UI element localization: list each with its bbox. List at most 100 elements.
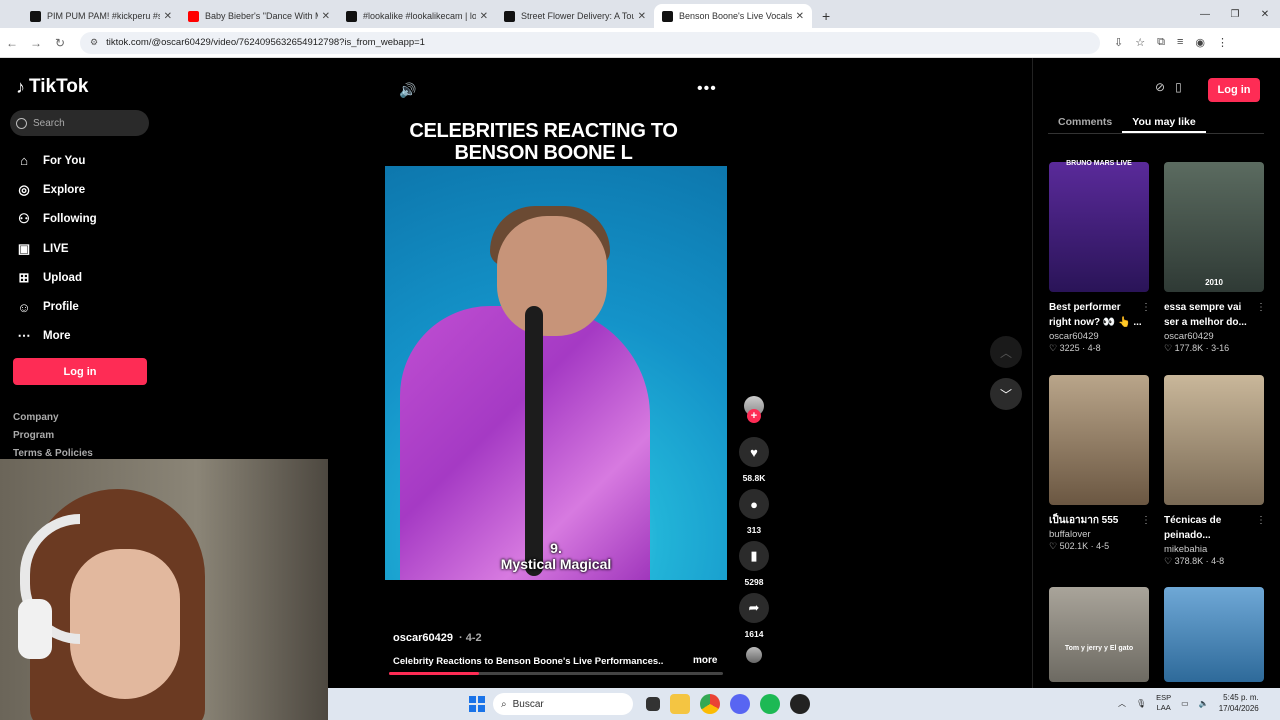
comment-button[interactable]: ● 313 [737,489,771,535]
like-button[interactable]: ♥ 58.8K [737,437,771,483]
taskbar-search[interactable]: ⌕ Buscar [493,693,633,715]
video-thumbnail[interactable]: BRUNO MARS LIVE [1049,160,1149,292]
card-title[interactable]: essa sempre vai ser a melhor do... [1164,300,1259,330]
account-icon[interactable]: ◉ [1195,36,1205,49]
folder-icon[interactable] [670,694,690,714]
chrome-icon[interactable] [700,694,720,714]
network-icon[interactable]: ▭ [1181,699,1189,708]
creator-avatar[interactable]: + [744,396,764,423]
app-icon[interactable] [790,694,810,714]
tab-comments[interactable]: Comments [1048,110,1122,133]
extensions-icon[interactable]: ⧉ [1157,36,1165,49]
card-title[interactable]: Técnicas de peinado... [1164,513,1259,543]
close-icon[interactable]: ✕ [322,11,330,22]
site-info-icon[interactable]: ⚙ [90,37,98,48]
card-title[interactable]: เป็นเอามาก 555 [1049,513,1144,528]
back-icon[interactable]: ← [0,36,24,50]
windows-start-icon[interactable] [469,696,485,712]
card-menu-icon[interactable]: ⋮ [1141,302,1151,313]
recommended-video-card[interactable]: Tom y jerry y El gato [1049,587,1149,682]
tab-you-may-like[interactable]: You may like [1122,110,1206,133]
login-button[interactable]: Log in [13,358,147,385]
share-button[interactable]: ➦ 1614 [737,593,771,639]
file-explorer-icon[interactable] [646,697,660,711]
card-author[interactable]: oscar60429 [1049,331,1149,342]
sidebar-item-live[interactable]: ▣ LIVE [16,234,97,263]
search-icon [16,117,27,129]
browser-tab[interactable]: PIM PUM PAM! #kickperu #stre ✕ [22,4,180,28]
browser-tab[interactable]: Baby Bieber's "Dance With Mo ✕ [180,4,338,28]
install-icon[interactable]: ⇩ [1114,36,1123,49]
video-thumbnail[interactable]: 2010 [1164,162,1264,292]
recommended-video-card[interactable] [1164,587,1264,682]
card-title[interactable]: Best performer right now? 👀 👆 ... [1049,300,1144,330]
card-author[interactable]: mikebahia [1164,544,1264,555]
close-icon[interactable]: ✕ [796,11,804,22]
sidebar-item-label: Profile [43,301,79,314]
sidebar-item-explore[interactable]: ◎ Explore [16,175,97,204]
footer-link-company[interactable]: Company [13,412,93,430]
video-progress-bar[interactable] [389,672,723,675]
speaker-icon[interactable]: 🔈 [1199,699,1209,708]
card-menu-icon[interactable]: ⋮ [1141,515,1151,526]
video-thumbnail[interactable] [1164,587,1264,682]
follow-plus-icon[interactable]: + [747,409,761,423]
video-player[interactable]: 9. Mystical Magical [385,166,727,580]
recommended-video-card[interactable]: เป็นเอามาก 555 ⋮ buffalover ♡ 502.1K · 4-5 [1049,375,1151,552]
forward-icon[interactable]: → [24,36,48,50]
reload-icon[interactable]: ↻ [48,36,72,50]
spotify-icon[interactable] [760,694,780,714]
tiktok-favicon-icon [346,10,357,22]
author-name[interactable]: oscar60429 [393,632,453,644]
footer-link-program[interactable]: Program [13,430,93,448]
close-window-icon[interactable]: ✕ [1250,9,1280,20]
video-thumbnail[interactable] [1049,375,1149,505]
card-menu-icon[interactable]: ⋮ [1256,302,1266,313]
close-icon[interactable]: ✕ [164,11,172,22]
recommended-video-card[interactable]: BRUNO MARS LIVE Best performer right now?… [1049,160,1151,354]
new-tab-button[interactable]: + [812,4,840,28]
clock[interactable]: 5:45 p. m. 17/04/2026 [1219,692,1259,714]
device-icon[interactable]: ▯ [1175,80,1182,94]
minimize-icon[interactable]: — [1190,9,1220,20]
media-icon[interactable]: ≡ [1177,36,1183,49]
more-options-icon[interactable]: ••• [697,80,717,98]
right-header-icons: ⊘ ▯ [1155,80,1182,94]
search-input[interactable]: Search [10,110,149,136]
microphone-icon[interactable]: 🎙 [1136,699,1146,708]
close-icon[interactable]: ✕ [638,11,646,22]
discord-icon[interactable] [730,694,750,714]
browser-tab[interactable]: #lookalike #lookalikecam | look ✕ [338,4,496,28]
recommended-video-card[interactable]: 2010 essa sempre vai ser a melhor do... ⋮ o… [1164,162,1266,354]
url-field[interactable]: ⚙ tiktok.com/@oscar60429/video/762409563… [80,31,1100,54]
video-thumbnail[interactable] [1164,375,1264,505]
card-menu-icon[interactable]: ⋮ [1256,515,1266,526]
header-login-button[interactable]: Log in [1208,78,1260,102]
previous-video-button[interactable]: ︿ [990,336,1022,368]
next-video-button[interactable]: ﹀ [990,378,1022,410]
sidebar-item-profile[interactable]: ☺ Profile [16,292,97,321]
language-indicator[interactable]: ESP LAA [1156,693,1171,713]
sidebar-item-for-you[interactable]: ⌂ For You [16,146,97,175]
volume-icon[interactable]: 🔊 [399,82,416,99]
tiktok-logo[interactable]: ♪ TikTok [16,76,88,98]
card-author[interactable]: oscar60429 [1164,331,1264,342]
bookmark-star-icon[interactable]: ☆ [1135,36,1145,49]
sidebar-item-following[interactable]: ⚇ Following [16,205,96,234]
sidebar-item-upload[interactable]: ⊞ Upload [16,263,97,292]
save-button[interactable]: ▮ 5298 [737,541,771,587]
recommended-video-card[interactable]: Técnicas de peinado... ⋮ mikebahia ♡ 378.8K… [1164,375,1266,567]
sidebar-item-more[interactable]: ⋯ More [16,322,97,351]
video-author[interactable]: oscar60429 · 4-2 [393,632,482,644]
close-icon[interactable]: ✕ [480,11,488,22]
menu-icon[interactable]: ⋮ [1217,36,1228,49]
card-author[interactable]: buffalover [1049,529,1149,540]
video-thumbnail[interactable]: Tom y jerry y El gato [1049,587,1149,682]
more-link[interactable]: more [693,655,717,666]
music-disc-icon[interactable] [746,647,762,663]
compass-small-icon[interactable]: ⊘ [1155,80,1165,94]
browser-tab-active[interactable]: Benson Boone's Live Vocals Sp ✕ [654,4,812,28]
browser-tab[interactable]: Street Flower Delivery: A Touch ✕ [496,4,654,28]
tray-chevron-icon[interactable]: ︿ [1118,698,1126,709]
restore-icon[interactable]: ❐ [1220,9,1250,20]
